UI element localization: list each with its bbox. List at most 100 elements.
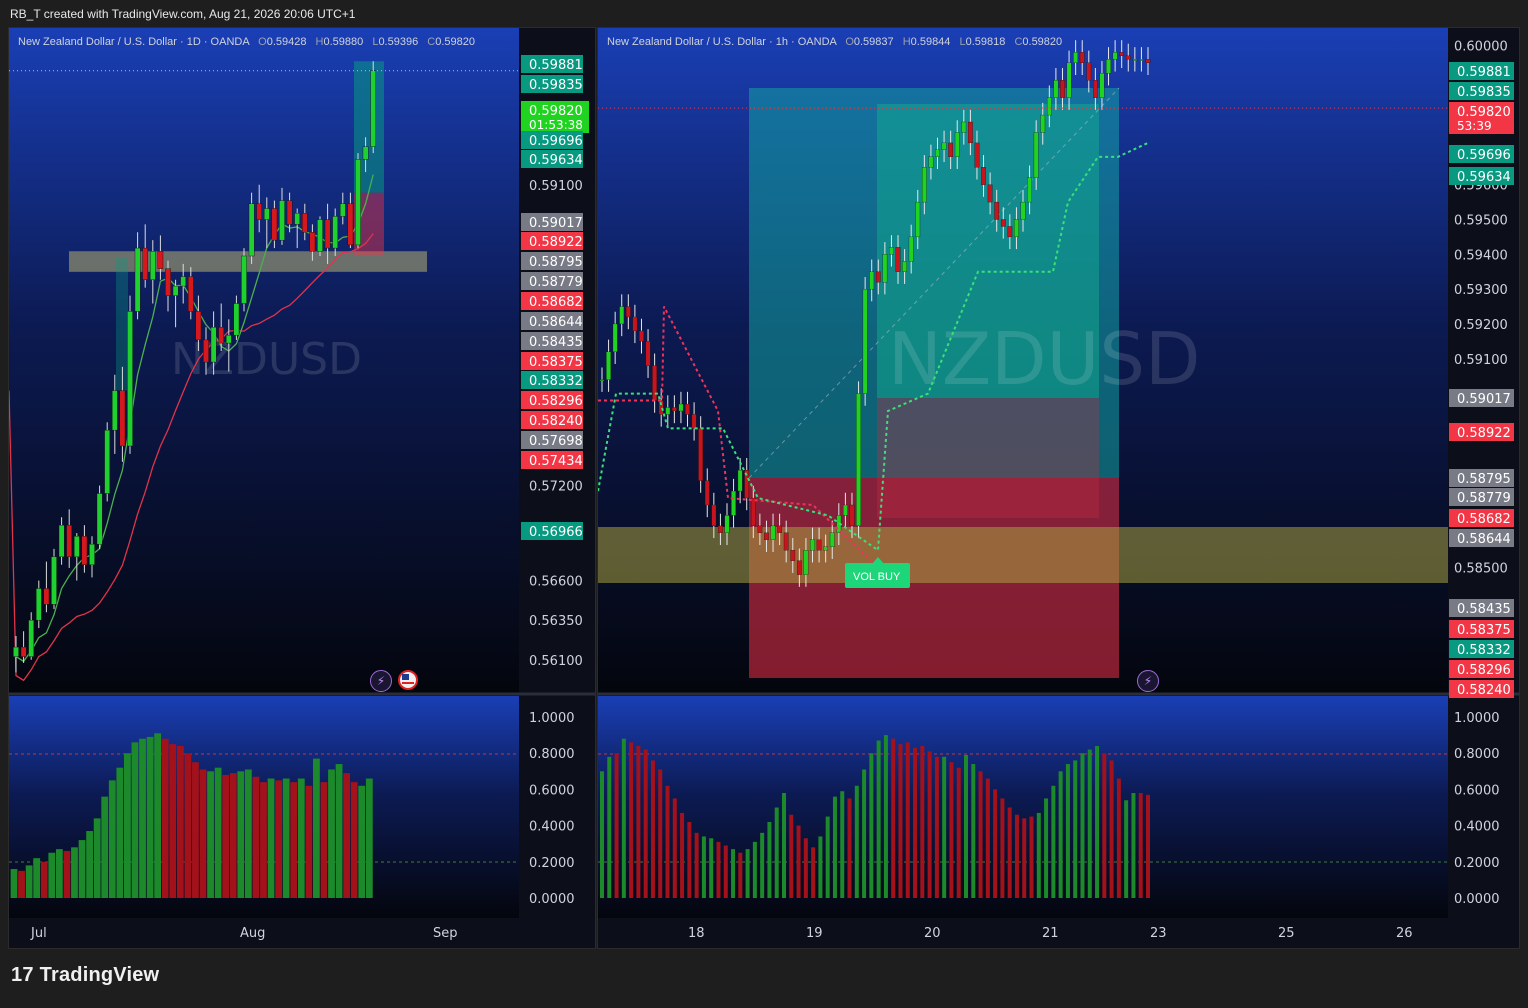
- daily-candle: [340, 203, 346, 217]
- lightning-icon[interactable]: ⚡: [1137, 670, 1159, 692]
- hourly-x-axis-label: 23: [1150, 926, 1167, 941]
- hourly-candle: [678, 403, 684, 412]
- tradingview-brand[interactable]: 17 TradingView: [11, 964, 159, 987]
- hourly-legend-low: 0.59818: [965, 36, 1006, 48]
- daily-candle: [142, 247, 149, 280]
- daily-watermark: NZDUSD: [171, 334, 362, 385]
- hourly-x-axis-label: 26: [1396, 926, 1413, 941]
- daily-candle: [73, 536, 80, 558]
- daily-price-label: 0.59881: [529, 58, 583, 73]
- us-flag-icon[interactable]: [398, 670, 418, 690]
- hourly-candle: [1099, 73, 1105, 98]
- brand-name: TradingView: [39, 964, 160, 986]
- daily-volume-tick-label: 0.8000: [529, 747, 575, 762]
- hourly-volume-bar: [709, 838, 714, 898]
- hourly-volume-bar: [723, 845, 728, 898]
- daily-candle: [225, 334, 232, 344]
- hourly-volume-bar: [1065, 764, 1070, 898]
- hourly-candle: [1040, 114, 1046, 133]
- hourly-volume-bar: [964, 755, 968, 898]
- daily-candle: [13, 646, 19, 657]
- chart-caption: RB_T created with TradingView.com, Aug 2…: [10, 7, 356, 21]
- daily-candle: [302, 213, 308, 233]
- daily-legend-high: 0.59880: [323, 36, 364, 48]
- hourly-candle: [1007, 226, 1013, 238]
- vol-buy-label: VOL BUY: [853, 571, 901, 583]
- hourly-volume-bar: [1000, 798, 1005, 898]
- hourly-volume-bar: [1102, 753, 1107, 898]
- hourly-candle: [731, 490, 736, 516]
- hourly-volume-bar: [607, 756, 612, 898]
- hourly-candle: [619, 306, 625, 325]
- hourly-volume-bar: [760, 832, 765, 898]
- hourly-price-label: 0.58375: [1457, 623, 1511, 638]
- daily-y-tick-label: 0.59100: [529, 179, 583, 194]
- daily-price-label: 0.59634: [529, 153, 583, 168]
- hourly-candle: [935, 149, 940, 157]
- daily-volume-bar: [260, 782, 267, 898]
- hourly-candle: [875, 271, 881, 283]
- hourly-volume-bar: [1014, 814, 1019, 898]
- daily-volume-bar: [214, 767, 222, 898]
- hourly-candle: [1106, 59, 1111, 74]
- daily-candle: [279, 200, 285, 241]
- hourly-candle: [810, 539, 815, 551]
- daily-volume-bar: [222, 774, 230, 898]
- daily-volume-bar: [275, 780, 282, 898]
- hourly-price-label: 0.59696: [1457, 148, 1511, 163]
- daily-chart-svg[interactable]: NZDUSD 0.59100 0.57200 0.56600 0.56350 0.5610…: [9, 28, 595, 948]
- hourly-candle: [803, 550, 809, 575]
- daily-volume-bar: [297, 778, 305, 898]
- daily-price-label: 0.58795: [529, 255, 583, 270]
- daily-chart-pane[interactable]: NZDUSD 0.59100 0.57200 0.56600 0.56350 0.5610…: [8, 27, 596, 949]
- hourly-volume-bar: [876, 740, 881, 898]
- hourly-candle: [902, 261, 907, 272]
- hourly-volume-bar: [701, 836, 706, 898]
- hourly-volume-bar: [650, 760, 655, 898]
- daily-volume-tick-label: 0.6000: [529, 783, 575, 798]
- hourly-price-label: 0.58296: [1457, 663, 1511, 678]
- hourly-price-label: 0.58682: [1457, 512, 1511, 527]
- daily-volume-bar: [358, 785, 366, 898]
- hourly-volume-bar: [869, 753, 874, 898]
- hourly-price-label: 0.58795: [1457, 472, 1511, 487]
- hourly-candle: [941, 142, 947, 151]
- hourly-volume-bar: [752, 841, 757, 898]
- daily-volume-bar: [116, 767, 124, 898]
- hourly-candle: [1073, 52, 1078, 63]
- hourly-volume-bar: [716, 841, 721, 898]
- daily-price-label: 0.59696: [529, 134, 583, 149]
- hourly-chart-svg[interactable]: NZDUSDVOL BUY0.600000.596000.595000.5940…: [598, 28, 1519, 948]
- hourly-volume-bar: [847, 798, 852, 898]
- hourly-y-tick-label: 0.59100: [1454, 353, 1508, 368]
- hourly-price-label: 0.59835: [1457, 85, 1511, 100]
- daily-volume-bar: [199, 769, 207, 898]
- daily-volume-bar: [55, 849, 63, 898]
- daily-price-label: 0.59017: [529, 216, 583, 231]
- hourly-candle: [961, 121, 967, 133]
- daily-y-tick-label: 0.56100: [529, 654, 583, 669]
- daily-volume-bar: [320, 782, 328, 898]
- hourly-candle: [994, 201, 1000, 220]
- daily-volume-bar: [86, 831, 93, 898]
- hourly-candle: [1066, 62, 1072, 98]
- hourly-candle: [796, 560, 802, 575]
- hourly-candle: [625, 306, 631, 318]
- hourly-volume-bar: [767, 821, 772, 898]
- hourly-candle: [1053, 80, 1059, 98]
- hourly-volume-bar: [1029, 816, 1034, 898]
- hourly-chart-pane[interactable]: NZDUSD VOL BUY 0.60000 0.59600 0.59500 0.5940…: [597, 27, 1520, 949]
- daily-volume-bar: [40, 861, 48, 898]
- daily-candle: [256, 203, 263, 220]
- hourly-candle: [1145, 59, 1151, 63]
- hourly-volume-bar: [614, 753, 619, 898]
- hourly-volume-bar: [913, 747, 918, 898]
- daily-volume-bar: [290, 782, 298, 898]
- lightning-icon[interactable]: ⚡: [370, 670, 392, 692]
- hourly-volume-bar: [934, 756, 939, 898]
- daily-y-tick-label: 0.56600: [529, 575, 583, 590]
- hourly-volume-bar: [840, 791, 845, 898]
- hourly-volume-bar: [891, 738, 896, 898]
- hourly-volume-bar: [818, 836, 823, 898]
- daily-candle: [324, 219, 331, 249]
